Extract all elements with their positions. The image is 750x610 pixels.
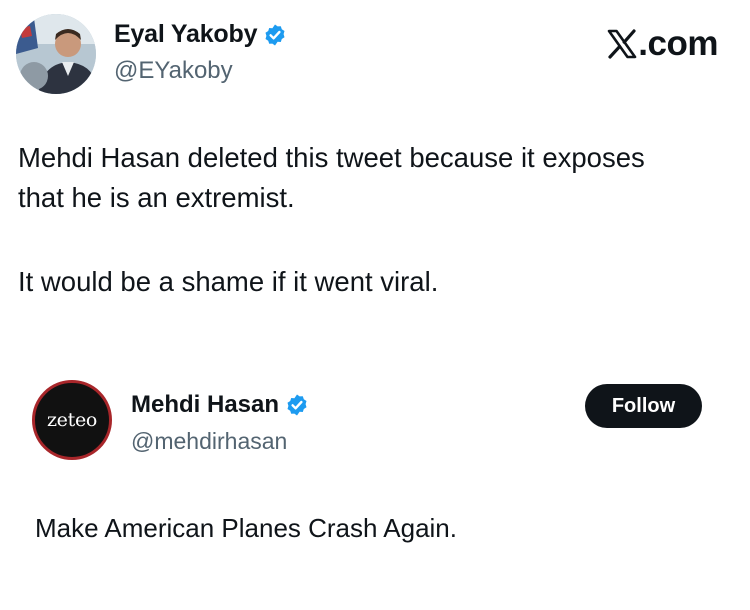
tweet-text-line: that he is an extremist. <box>18 182 295 213</box>
follow-button[interactable]: Follow <box>585 384 702 428</box>
verified-badge-icon <box>287 394 307 416</box>
quoted-author-handle[interactable]: @mehdirhasan <box>131 428 287 455</box>
quoted-author-name-row: Mehdi Hasan <box>131 391 309 419</box>
author-avatar[interactable] <box>16 14 96 94</box>
screenshot-canvas: Eyal Yakoby @EYakoby .com Mehdi Hasan de… <box>0 0 750 610</box>
quoted-tweet-text: Make American Planes Crash Again. <box>35 513 457 543</box>
quoted-author-avatar[interactable]: zeteo <box>32 380 112 460</box>
quoted-author-name[interactable]: Mehdi Hasan <box>131 391 279 419</box>
avatar-photo-icon <box>16 14 96 94</box>
tweet-text-line: Mehdi Hasan deleted this tweet because i… <box>18 142 645 173</box>
site-label: .com <box>638 24 718 63</box>
x-logo-icon <box>607 29 637 59</box>
site-brand: .com <box>607 24 718 64</box>
tweet-text-line: It would be a shame if it went viral. <box>18 266 439 297</box>
verified-badge-icon <box>265 24 285 45</box>
author-name[interactable]: Eyal Yakoby <box>114 20 257 49</box>
tweet-text: Mehdi Hasan deleted this tweet because i… <box>18 138 738 302</box>
author-name-row: Eyal Yakoby <box>114 20 287 49</box>
zeteo-logo-text: zeteo <box>46 409 98 431</box>
author-handle[interactable]: @EYakoby <box>114 57 233 85</box>
